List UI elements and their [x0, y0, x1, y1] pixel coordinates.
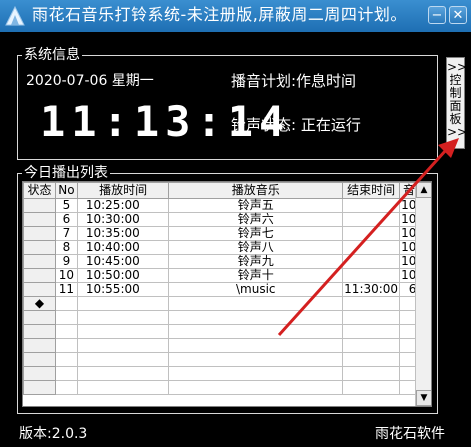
annotation-arrow	[277, 138, 459, 337]
